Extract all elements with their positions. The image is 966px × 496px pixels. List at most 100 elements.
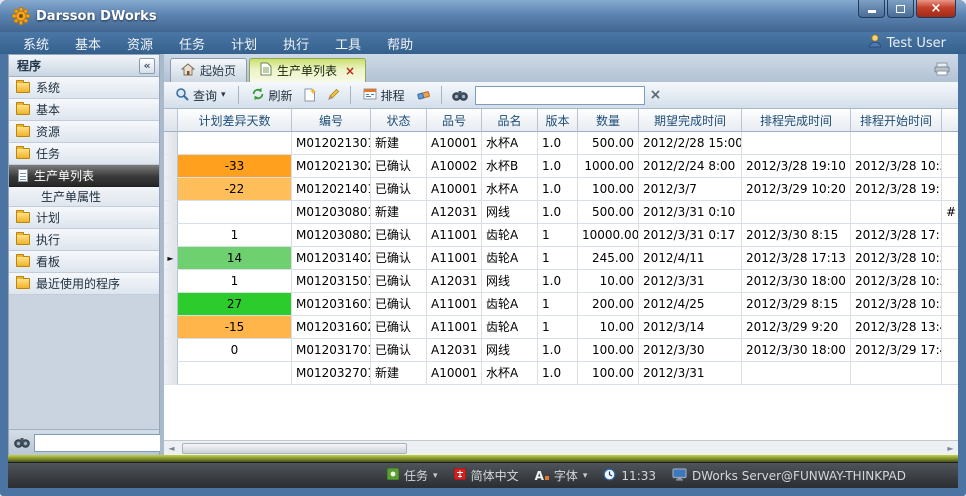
grid-cell-sch_end[interactable]	[742, 201, 851, 224]
grid-cell-ver[interactable]: 1.0	[538, 339, 578, 362]
grid-cell-sch_end[interactable]: 2012/3/28 17:13	[742, 247, 851, 270]
grid-cell-qty[interactable]: 100.00	[578, 339, 639, 362]
grid-cell-status[interactable]: 已确认	[371, 224, 427, 247]
grid-cell-no[interactable]: M012030801	[292, 201, 371, 224]
grid-cell-diff[interactable]	[178, 132, 292, 155]
grid-cell-sch_start[interactable]: 2012/3/28 10:52	[851, 270, 942, 293]
refresh-button[interactable]: 刷新	[247, 85, 297, 106]
grid-cell-pname[interactable]: 水杯A	[482, 132, 538, 155]
sidebar-item[interactable]: 看板	[9, 251, 159, 273]
sidebar-item[interactable]: 执行	[9, 229, 159, 251]
grid-cell-qty[interactable]: 245.00	[578, 247, 639, 270]
grid-header-cell[interactable]: 状态	[371, 109, 427, 132]
grid-cell-qty[interactable]: 10.00	[578, 316, 639, 339]
row-selector[interactable]	[164, 270, 178, 293]
grid-cell-status[interactable]: 已确认	[371, 293, 427, 316]
grid-cell-diff[interactable]	[178, 362, 292, 385]
row-selector[interactable]	[164, 316, 178, 339]
grid-cell-status[interactable]: 新建	[371, 362, 427, 385]
scroll-right-arrow-icon[interactable]: ►	[943, 441, 958, 455]
grid-row[interactable]: M012032701新建A10001水杯A1.0100.002012/3/31	[164, 362, 958, 385]
grid-cell-pno[interactable]: A10001	[427, 178, 482, 201]
sidebar-item[interactable]: 任务	[9, 143, 159, 165]
grid-cell-pno[interactable]: A10001	[427, 362, 482, 385]
grid-cell-expect[interactable]: 2012/4/11	[639, 247, 742, 270]
row-selector[interactable]	[164, 339, 178, 362]
grid-cell-status[interactable]: 新建	[371, 201, 427, 224]
grid-cell-ver[interactable]: 1	[538, 316, 578, 339]
grid-cell-pname[interactable]: 水杯A	[482, 362, 538, 385]
grid-row[interactable]: -33M012021302已确认A10002水杯B1.01000.002012/…	[164, 155, 958, 178]
grid-cell-pname[interactable]: 网线	[482, 201, 538, 224]
grid-cell-status[interactable]: 已确认	[371, 178, 427, 201]
tab-production-order-list[interactable]: 生产单列表 ×	[249, 58, 366, 82]
grid-cell-pname[interactable]: 齿轮A	[482, 316, 538, 339]
grid-header-cell[interactable]: 品名	[482, 109, 538, 132]
grid-cell-diff[interactable]: -33	[178, 155, 292, 178]
grid-cell-ver[interactable]: 1	[538, 224, 578, 247]
grid-cell-pname[interactable]: 水杯B	[482, 155, 538, 178]
menu-item[interactable]: 执行	[270, 34, 322, 53]
sidebar-item[interactable]: 计划	[9, 207, 159, 229]
grid-cell-pname[interactable]: 齿轮A	[482, 224, 538, 247]
statusbar-tasks[interactable]: 任务 ▾	[387, 467, 438, 484]
grid-cell-sch_start[interactable]: 2012/3/28 17:13	[851, 224, 942, 247]
titlebar[interactable]: Darsson DWorks ×	[0, 0, 966, 32]
scroll-left-arrow-icon[interactable]: ◄	[164, 441, 179, 455]
schedule-button[interactable]: 排程	[359, 85, 409, 106]
grid-header-cell[interactable]: 版本	[538, 109, 578, 132]
grid-cell-pno[interactable]: A11001	[427, 316, 482, 339]
grid-cell-qty[interactable]: 500.00	[578, 201, 639, 224]
grid-cell-no[interactable]: M012021301	[292, 132, 371, 155]
grid-cell-sch_end[interactable]: 2012/3/30 18:00	[742, 270, 851, 293]
grid-cell-sch_start[interactable]: 2012/3/28 10:52	[851, 155, 942, 178]
grid-cell-status[interactable]: 已确认	[371, 155, 427, 178]
tab-home[interactable]: 起始页	[170, 58, 247, 82]
grid-cell-diff[interactable]: 14	[178, 247, 292, 270]
grid-cell-sch_start[interactable]: 2012/3/28 13:40	[851, 316, 942, 339]
grid-row[interactable]: 1M012031501已确认A12031网线1.010.002012/3/312…	[164, 270, 958, 293]
menu-item[interactable]: 资源	[114, 34, 166, 53]
grid-cell-extra[interactable]	[942, 178, 958, 201]
grid-cell-expect[interactable]: 2012/2/24 8:00	[639, 155, 742, 178]
sidebar-item[interactable]: 基本	[9, 99, 159, 121]
grid-row[interactable]: 1M012030802已确认A11001齿轮A110000.002012/3/3…	[164, 224, 958, 247]
menu-item[interactable]: 计划	[218, 34, 270, 53]
eraser-icon[interactable]	[414, 87, 433, 103]
grid-cell-ver[interactable]: 1	[538, 247, 578, 270]
grid-cell-sch_end[interactable]: 2012/3/29 10:20	[742, 178, 851, 201]
grid-cell-diff[interactable]: 0	[178, 339, 292, 362]
grid-cell-pno[interactable]: A10001	[427, 132, 482, 155]
grid-cell-no[interactable]: M012031402	[292, 247, 371, 270]
grid-cell-pname[interactable]: 网线	[482, 339, 538, 362]
grid-cell-qty[interactable]: 200.00	[578, 293, 639, 316]
grid-cell-no[interactable]: M012031701	[292, 339, 371, 362]
grid-cell-sch_end[interactable]	[742, 362, 851, 385]
grid-cell-expect[interactable]: 2012/3/31 0:17	[639, 224, 742, 247]
grid-cell-extra[interactable]	[942, 132, 958, 155]
grid-row[interactable]: 0M012031701已确认A12031网线1.0100.002012/3/30…	[164, 339, 958, 362]
grid-cell-pno[interactable]: A11001	[427, 293, 482, 316]
sidebar-item[interactable]: 最近使用的程序	[9, 273, 159, 295]
binoculars-icon[interactable]	[450, 87, 470, 103]
grid-cell-sch_end[interactable]: 2012/3/30 18:00	[742, 339, 851, 362]
grid-cell-extra[interactable]	[942, 316, 958, 339]
grid-row[interactable]: M012021301新建A10001水杯A1.0500.002012/2/28 …	[164, 132, 958, 155]
grid-cell-qty[interactable]: 10000.00	[578, 224, 639, 247]
grid-cell-expect[interactable]: 2012/3/31 0:10	[639, 201, 742, 224]
grid-cell-pno[interactable]: A12031	[427, 270, 482, 293]
grid-cell-sch_start[interactable]: 2012/3/29 17:46	[851, 339, 942, 362]
row-selector[interactable]	[164, 178, 178, 201]
printer-icon[interactable]	[934, 61, 950, 80]
grid-cell-qty[interactable]: 100.00	[578, 362, 639, 385]
grid-cell-pname[interactable]: 齿轮A	[482, 293, 538, 316]
grid-header-cell[interactable]: 品号	[427, 109, 482, 132]
grid-cell-sch_end[interactable]: 2012/3/30 8:15	[742, 224, 851, 247]
edit-pencil-icon[interactable]	[324, 86, 342, 104]
grid-cell-extra[interactable]: #	[942, 201, 958, 224]
scrollbar-thumb[interactable]	[182, 443, 407, 454]
grid-cell-no[interactable]: M012030802	[292, 224, 371, 247]
grid-row[interactable]: -22M012021401已确认A10001水杯A1.0100.002012/3…	[164, 178, 958, 201]
grid-cell-ver[interactable]: 1.0	[538, 132, 578, 155]
grid-cell-no[interactable]: M012032701	[292, 362, 371, 385]
